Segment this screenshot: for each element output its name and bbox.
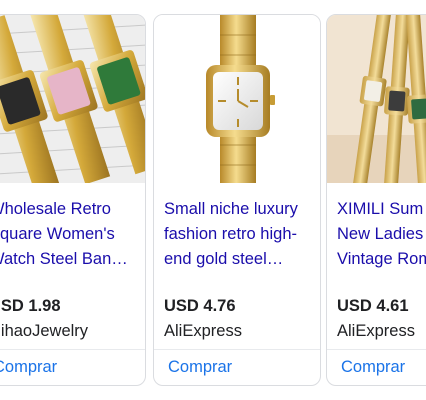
product-image[interactable]	[0, 15, 145, 183]
buy-button[interactable]: Comprar	[168, 358, 232, 377]
card-divider	[327, 349, 426, 350]
product-price: USD 4.76	[164, 297, 236, 315]
buy-button[interactable]: Comprar	[0, 358, 57, 377]
product-card[interactable]: Small niche luxury fashion retro high- e…	[153, 14, 321, 386]
product-title-line: fashion retro high-	[164, 225, 297, 243]
product-store: AliExpress	[164, 322, 242, 340]
card-divider	[0, 349, 145, 350]
product-image[interactable]	[154, 15, 320, 183]
card-divider	[154, 349, 320, 350]
watch-photo-icon	[0, 15, 145, 183]
product-title-line: XIMILI Sum	[337, 200, 424, 218]
product-image[interactable]	[327, 15, 426, 183]
shopping-carousel: Wholesale Retro Square Women's Watch Ste…	[0, 0, 426, 400]
buy-button[interactable]: Comprar	[341, 358, 405, 377]
product-card[interactable]: Wholesale Retro Square Women's Watch Ste…	[0, 14, 146, 386]
product-title-line: Watch Steel Ban…	[0, 250, 128, 268]
product-title-line: end gold steel…	[164, 250, 284, 268]
product-title-link[interactable]: Small niche luxury fashion retro high- e…	[164, 197, 314, 272]
product-title-line: Small niche luxury	[164, 200, 298, 218]
product-store: AliExpress	[337, 322, 415, 340]
watch-photo-icon	[327, 15, 426, 183]
product-title-line: Square Women's	[0, 225, 115, 243]
product-title-link[interactable]: Wholesale Retro Square Women's Watch Ste…	[0, 197, 139, 272]
product-store: NihaoJewelry	[0, 322, 89, 340]
watch-photo-icon	[154, 15, 320, 183]
product-price: USD 4.61	[337, 297, 409, 315]
product-title-line: Wholesale Retro	[0, 200, 111, 218]
product-title-line: Vintage Rom	[337, 250, 426, 268]
product-card[interactable]: XIMILI Sum New Ladies Vintage Rom USD 4.…	[326, 14, 426, 386]
product-title-line: New Ladies	[337, 225, 424, 243]
product-title-link[interactable]: XIMILI Sum New Ladies Vintage Rom	[337, 197, 426, 272]
product-price: USD 1.98	[0, 297, 61, 315]
